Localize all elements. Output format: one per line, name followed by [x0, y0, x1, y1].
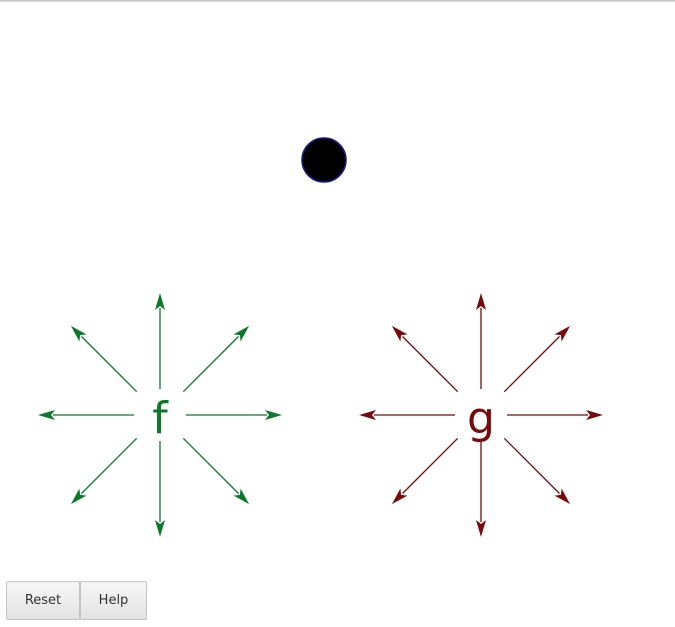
- arrowhead-east: [265, 410, 282, 420]
- arrow-shaft-south-west: [81, 437, 138, 494]
- arrow-shaft-north-east: [503, 336, 560, 393]
- help-button[interactable]: Help: [80, 581, 147, 620]
- arrowhead-south: [476, 520, 486, 537]
- star-label-f: f: [152, 393, 169, 444]
- arrow-shaft-north-west: [81, 336, 138, 393]
- arrow-star-g[interactable]: g: [359, 293, 603, 537]
- arrow-shaft-south-west: [402, 437, 459, 494]
- arrow-shaft-north-west: [402, 336, 459, 393]
- arrow-shaft-north-east: [182, 336, 239, 393]
- arrowhead-east: [586, 410, 603, 420]
- arrowhead-south: [155, 520, 165, 537]
- star-label-g: g: [467, 393, 495, 444]
- canvas: f g: [38, 137, 603, 537]
- ball[interactable]: [301, 137, 347, 183]
- arrowhead-west: [359, 410, 376, 420]
- arrowhead-north: [155, 293, 165, 310]
- reset-button[interactable]: Reset: [6, 581, 80, 620]
- arrow-star-f[interactable]: f: [38, 293, 282, 537]
- arrow-shaft-south-east: [503, 437, 560, 494]
- arrowhead-west: [38, 410, 55, 420]
- simulation-stage: f g Reset Help: [0, 0, 675, 627]
- arrow-shaft-south-east: [182, 437, 239, 494]
- arrowhead-north: [476, 293, 486, 310]
